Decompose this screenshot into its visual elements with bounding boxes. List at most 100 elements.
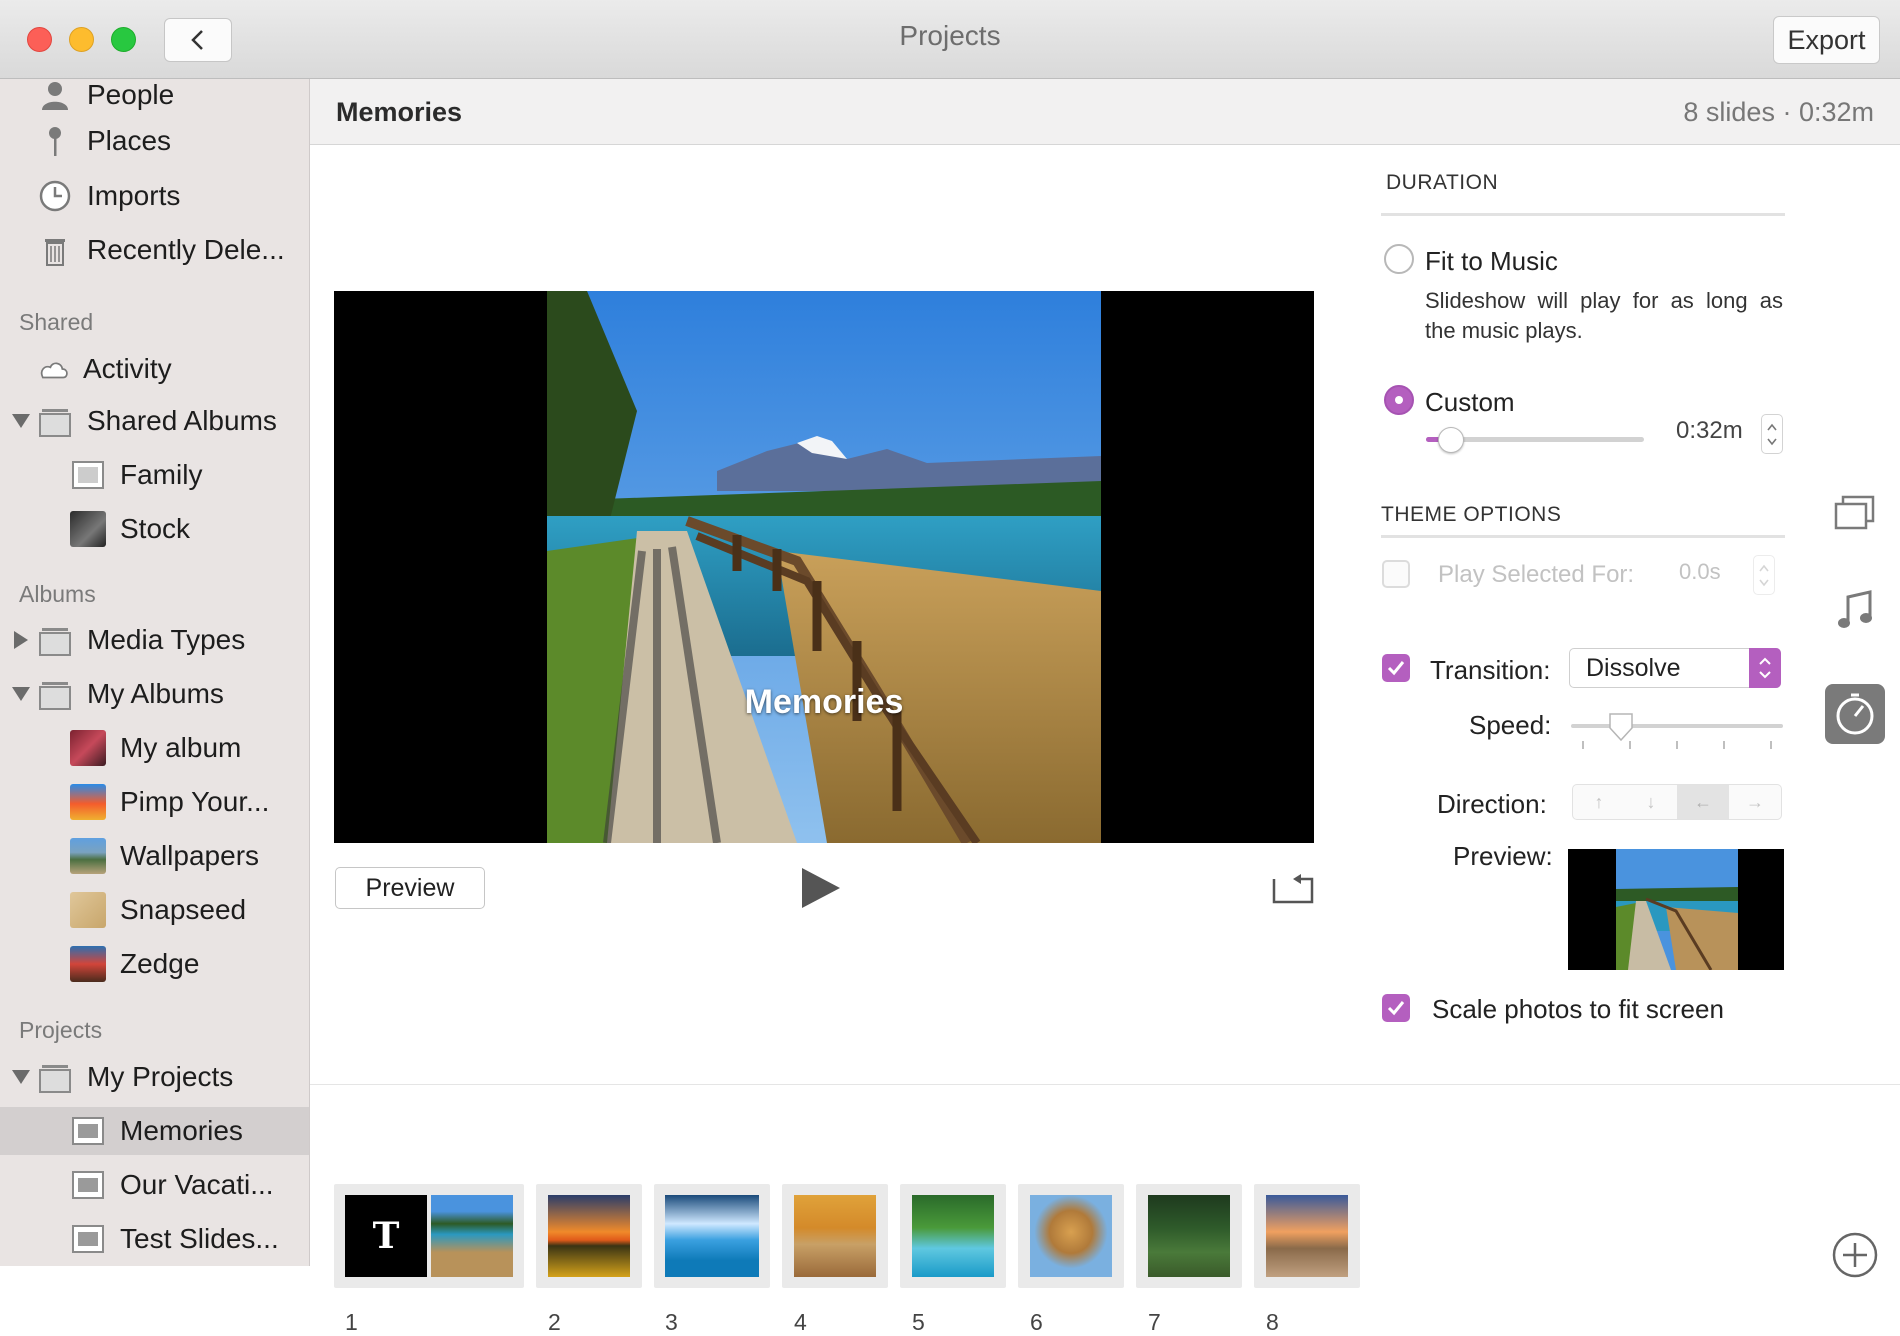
sidebar-item-label: Pimp Your...: [120, 786, 270, 817]
transition-select[interactable]: Dissolve: [1569, 648, 1781, 688]
sidebar-item-imports[interactable]: Imports: [0, 172, 309, 220]
disclosure-open-icon[interactable]: [12, 414, 30, 428]
film-slide-2[interactable]: 2: [536, 1184, 642, 1335]
direction-label: Direction:: [1437, 789, 1547, 819]
sidebar-item-memories[interactable]: Memories: [0, 1107, 309, 1155]
speed-slider[interactable]: [1571, 724, 1783, 728]
speed-ticks: [1582, 741, 1772, 749]
duration-stepper[interactable]: [1761, 414, 1783, 454]
cloud-icon: [40, 362, 68, 379]
sidebar-item-label: Family: [120, 459, 203, 490]
film-slide-3[interactable]: 3: [654, 1184, 770, 1335]
play-icon[interactable]: [798, 866, 842, 910]
duration-settings-button[interactable]: [1825, 684, 1885, 744]
section-header-projects: Projects: [19, 1017, 103, 1043]
film-slide-6[interactable]: 6: [1018, 1184, 1124, 1335]
sidebar-item-test-slideshow[interactable]: Test Slides...: [0, 1215, 309, 1263]
film-slide-4[interactable]: 4: [782, 1184, 888, 1335]
disclosure-open-icon[interactable]: [12, 687, 30, 701]
custom-duration-knob[interactable]: [1438, 427, 1464, 453]
clock-icon: [39, 180, 71, 212]
slide-number: 3: [665, 1309, 678, 1335]
direction-left-arrow-icon[interactable]: ←: [1677, 785, 1729, 819]
scale-photos-checkbox[interactable]: [1382, 994, 1410, 1022]
sidebar-item-snapseed[interactable]: Snapseed: [0, 886, 309, 934]
play-selected-label: Play Selected For:: [1438, 561, 1635, 588]
sidebar-item-stock[interactable]: Stock: [0, 505, 309, 553]
custom-radio[interactable]: [1384, 385, 1414, 415]
slideshow-icon: [72, 1225, 104, 1253]
film-slide-5[interactable]: 5: [900, 1184, 1006, 1335]
filmstrip: T 1 2 3 4 5 6 7 8: [310, 1084, 1900, 1335]
transition-label: Transition:: [1430, 655, 1551, 685]
album-thumbnail: [70, 784, 106, 820]
sidebar-item-my-albums[interactable]: My Albums: [0, 670, 309, 718]
scale-photos-label: Scale photos to fit screen: [1432, 994, 1724, 1024]
sidebar-item-label: Our Vacati...: [120, 1169, 274, 1200]
sidebar-item-people[interactable]: People: [0, 79, 309, 119]
sidebar-item-shared-albums[interactable]: Shared Albums: [0, 397, 309, 445]
slide-thumbnail: [912, 1195, 994, 1277]
album-stack-icon: [39, 409, 71, 437]
sidebar-item-media-types[interactable]: Media Types: [0, 616, 309, 664]
sidebar-item-activity[interactable]: Activity: [0, 345, 309, 393]
speed-slider-knob[interactable]: [1608, 712, 1634, 742]
direction-down-arrow-icon[interactable]: ↓: [1625, 785, 1677, 819]
sidebar-item-our-vacation[interactable]: Our Vacati...: [0, 1161, 309, 1209]
sidebar-item-pimp-your[interactable]: Pimp Your...: [0, 778, 309, 826]
title-slide-glyph: T: [345, 1195, 427, 1277]
sidebar-item-label: Imports: [87, 180, 181, 211]
sidebar-item-recently-deleted[interactable]: Recently Dele...: [0, 226, 309, 274]
updown-chevron-icon: [1759, 657, 1771, 679]
slide-thumbnail: [794, 1195, 876, 1277]
duration-header: DURATION: [1386, 171, 1499, 194]
sidebar-item-label: Activity: [83, 353, 172, 384]
direction-up-arrow-icon[interactable]: ↑: [1573, 785, 1625, 819]
fit-to-music-radio[interactable]: [1384, 244, 1414, 274]
sidebar-item-label: My Albums: [87, 678, 224, 709]
sidebar-item-my-projects[interactable]: My Projects: [0, 1053, 309, 1101]
film-slide-8[interactable]: 8: [1254, 1184, 1360, 1335]
select-arrow: [1749, 648, 1781, 688]
disclosure-closed-icon[interactable]: [14, 631, 28, 649]
slide-thumbnail: [431, 1195, 513, 1277]
sidebar-item-my-album[interactable]: My album: [0, 724, 309, 772]
transition-checkbox[interactable]: [1382, 654, 1410, 682]
slide-number: 7: [1148, 1309, 1161, 1335]
film-slide-7[interactable]: 7: [1136, 1184, 1242, 1335]
direction-segmented-control[interactable]: ↑ ↓ ← →: [1572, 784, 1782, 820]
play-selected-stepper[interactable]: [1753, 555, 1775, 595]
transition-preview-label: Preview:: [1453, 841, 1553, 871]
slide-caption: Memories: [744, 683, 904, 721]
sidebar-item-label: My album: [120, 732, 242, 763]
sidebar-item-label: Media Types: [87, 624, 246, 655]
theme-options-header: THEME OPTIONS: [1381, 503, 1562, 526]
photos-window: Projects Export People Places Imports Re…: [0, 0, 1900, 1335]
section-header-shared: Shared: [19, 309, 94, 335]
sidebar-item-places[interactable]: Places: [0, 117, 309, 165]
add-slide-icon[interactable]: [1831, 1231, 1879, 1279]
stepper-arrows-icon: [1767, 423, 1777, 446]
film-slide-1[interactable]: T 1: [334, 1184, 524, 1335]
slide-photo: [547, 291, 1101, 843]
sidebar-item-wallpapers[interactable]: Wallpapers: [0, 832, 309, 880]
music-note-icon[interactable]: [1834, 589, 1876, 631]
sidebar-item-zedge[interactable]: Zedge: [0, 940, 309, 988]
loop-icon[interactable]: [1271, 871, 1315, 905]
transition-value: Dissolve: [1586, 654, 1681, 682]
album-thumbnail: [70, 838, 106, 874]
sidebar-item-label: Test Slides...: [120, 1223, 279, 1254]
slide-preview[interactable]: Memories: [334, 291, 1314, 843]
play-selected-checkbox[interactable]: [1382, 560, 1410, 588]
export-button[interactable]: Export: [1773, 16, 1880, 64]
sidebar: People Places Imports Recently Dele... S…: [0, 79, 310, 1266]
themes-icon[interactable]: [1834, 494, 1876, 530]
album-thumbnail: [70, 946, 106, 982]
sidebar-item-family[interactable]: Family: [0, 451, 309, 499]
custom-duration-value: 0:32m: [1676, 417, 1743, 444]
trash-icon: [45, 239, 65, 266]
direction-right-arrow-icon[interactable]: →: [1729, 785, 1781, 819]
transition-preview: [1568, 849, 1784, 970]
preview-button[interactable]: Preview: [335, 867, 485, 909]
disclosure-open-icon[interactable]: [12, 1070, 30, 1084]
